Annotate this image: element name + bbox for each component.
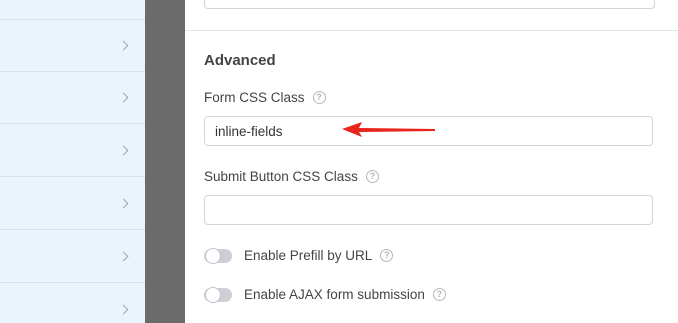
toggle-knob	[205, 286, 221, 303]
sidebar-item[interactable]	[0, 284, 145, 323]
form-settings-screen: … Advanced Form CSS Class Submit Button …	[0, 0, 678, 323]
chevron-right-icon	[118, 198, 129, 208]
settings-sidebar	[0, 0, 145, 323]
ajax-submission-row: Enable AJAX form submission	[204, 286, 446, 303]
sidebar-item[interactable]	[0, 178, 145, 230]
submit-button-css-class-input[interactable]	[204, 195, 653, 225]
sidebar-item[interactable]	[0, 125, 145, 177]
sidebar-item[interactable]	[0, 0, 145, 20]
question-circle-icon[interactable]	[380, 249, 394, 262]
section-divider	[185, 30, 678, 31]
sidebar-item[interactable]	[0, 72, 145, 124]
submit-button-css-class-label-text: Submit Button CSS Class	[204, 169, 358, 184]
previous-field-value: …	[213, 0, 227, 2]
form-css-class-label-text: Form CSS Class	[204, 90, 305, 105]
form-css-class-label: Form CSS Class	[204, 90, 326, 105]
toggle-knob	[205, 247, 221, 264]
sidebar-item[interactable]	[0, 20, 145, 72]
question-circle-icon[interactable]	[432, 288, 446, 301]
chevron-right-icon	[118, 145, 129, 155]
submit-button-css-class-label: Submit Button CSS Class	[204, 169, 379, 184]
question-circle-icon[interactable]	[312, 91, 326, 104]
annotation-arrow-icon	[342, 122, 435, 137]
chevron-right-icon	[118, 40, 129, 50]
prefill-by-url-label: Enable Prefill by URL	[244, 248, 373, 263]
settings-panel: … Advanced Form CSS Class Submit Button …	[185, 0, 678, 323]
chevron-right-icon	[118, 251, 129, 261]
prefill-by-url-row: Enable Prefill by URL	[204, 247, 394, 264]
previous-field-input[interactable]: …	[204, 0, 655, 9]
advanced-section-title: Advanced	[204, 52, 276, 69]
chevron-right-icon	[118, 92, 129, 102]
chevron-right-icon	[118, 304, 129, 314]
panel-divider	[145, 0, 185, 323]
ajax-submission-label: Enable AJAX form submission	[244, 287, 425, 302]
sidebar-item[interactable]	[0, 231, 145, 283]
prefill-by-url-toggle[interactable]	[204, 247, 232, 264]
question-circle-icon[interactable]	[365, 170, 379, 183]
ajax-submission-toggle[interactable]	[204, 286, 232, 303]
